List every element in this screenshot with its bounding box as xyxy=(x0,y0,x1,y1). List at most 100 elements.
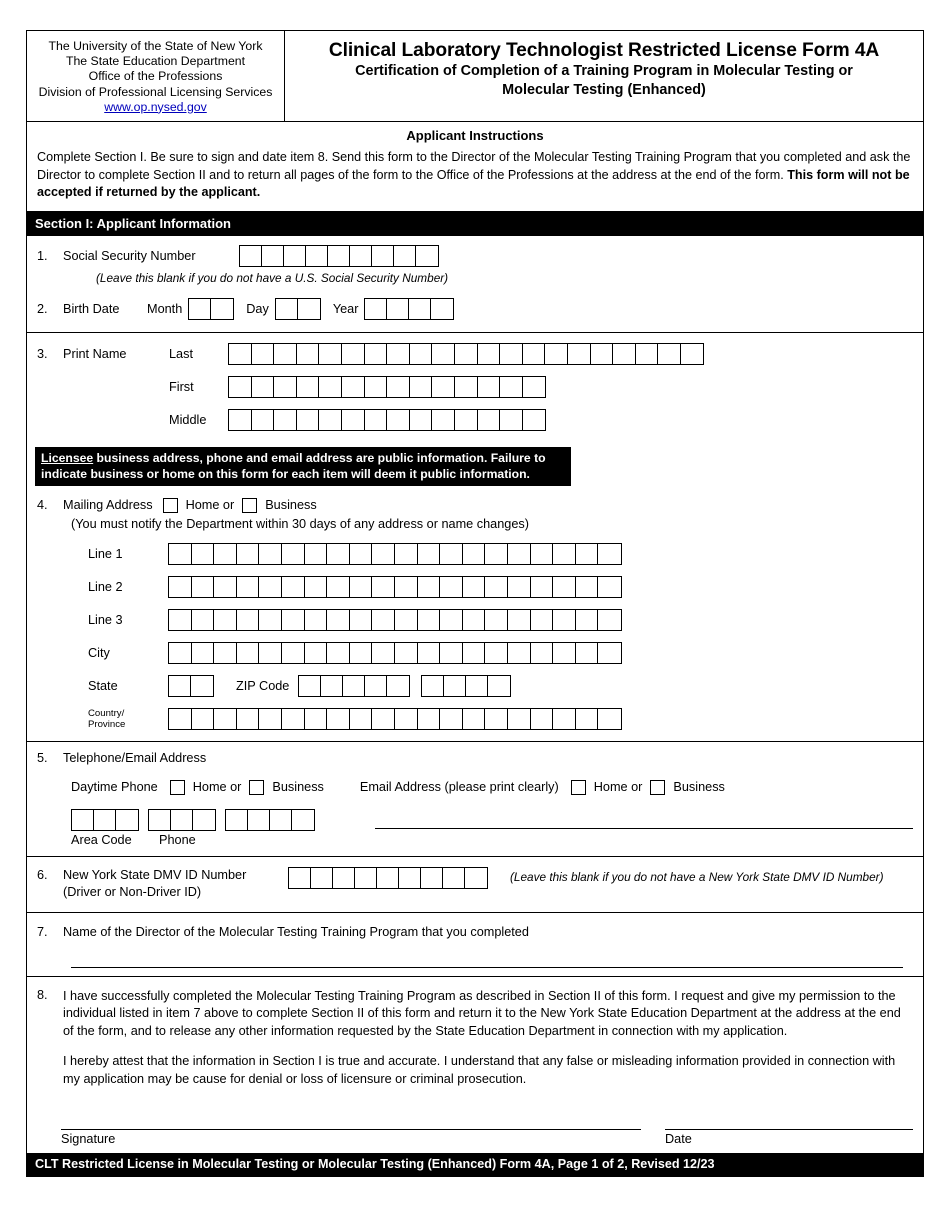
mailing-home-checkbox[interactable] xyxy=(162,497,178,513)
comb-cell[interactable] xyxy=(387,298,410,319)
comb-cell[interactable] xyxy=(311,867,333,888)
comb-cell[interactable] xyxy=(508,708,531,729)
name-first-input[interactable] xyxy=(228,375,547,398)
comb-cell[interactable] xyxy=(508,609,531,630)
phone-area-code-input[interactable] xyxy=(71,808,139,831)
comb-cell[interactable] xyxy=(377,867,399,888)
comb-cell[interactable] xyxy=(305,576,328,597)
comb-cell[interactable] xyxy=(410,343,433,364)
comb-cell[interactable] xyxy=(576,708,599,729)
comb-cell[interactable] xyxy=(598,643,621,663)
phone-prefix-input[interactable] xyxy=(148,808,216,831)
comb-cell[interactable] xyxy=(226,809,248,830)
comb-cell[interactable] xyxy=(262,245,284,266)
comb-cell[interactable] xyxy=(455,409,478,430)
comb-cell[interactable] xyxy=(553,609,576,630)
comb-cell[interactable] xyxy=(282,543,305,564)
comb-cell[interactable] xyxy=(350,543,373,564)
comb-cell[interactable] xyxy=(416,246,438,266)
comb-cell[interactable] xyxy=(418,642,441,663)
comb-cell[interactable] xyxy=(259,576,282,597)
comb-cell[interactable] xyxy=(410,376,433,397)
comb-cell[interactable] xyxy=(440,609,463,630)
birth-month-input[interactable] xyxy=(188,297,235,320)
comb-cell[interactable] xyxy=(192,576,215,597)
comb-cell[interactable] xyxy=(306,245,328,266)
comb-cell[interactable] xyxy=(421,867,443,888)
birth-year-input[interactable] xyxy=(364,297,455,320)
comb-cell[interactable] xyxy=(192,543,215,564)
comb-cell[interactable] xyxy=(276,298,298,319)
comb-cell[interactable] xyxy=(274,376,297,397)
comb-cell[interactable] xyxy=(531,708,554,729)
comb-cell[interactable] xyxy=(328,245,350,266)
comb-cell[interactable] xyxy=(372,642,395,663)
address-zip-plus4-input[interactable] xyxy=(421,674,512,697)
comb-cell[interactable] xyxy=(636,343,659,364)
name-middle-input[interactable] xyxy=(228,408,547,431)
comb-cell[interactable] xyxy=(598,544,621,564)
comb-cell[interactable] xyxy=(297,343,320,364)
comb-cell[interactable] xyxy=(432,343,455,364)
comb-cell[interactable] xyxy=(463,642,486,663)
comb-cell[interactable] xyxy=(422,675,445,696)
comb-cell[interactable] xyxy=(418,609,441,630)
comb-cell[interactable] xyxy=(553,576,576,597)
comb-cell[interactable] xyxy=(399,867,421,888)
comb-cell[interactable] xyxy=(485,609,508,630)
director-name-input[interactable] xyxy=(71,966,903,968)
comb-cell[interactable] xyxy=(321,675,344,696)
ssn-input[interactable] xyxy=(239,244,439,267)
birth-day-input[interactable] xyxy=(274,297,321,320)
comb-cell[interactable] xyxy=(299,675,322,696)
comb-cell[interactable] xyxy=(297,409,320,430)
comb-cell[interactable] xyxy=(192,642,215,663)
comb-cell[interactable] xyxy=(418,543,441,564)
comb-cell[interactable] xyxy=(591,343,614,364)
comb-cell[interactable] xyxy=(252,376,275,397)
comb-cell[interactable] xyxy=(229,343,252,364)
date-input[interactable] xyxy=(665,1129,913,1131)
comb-cell[interactable] xyxy=(463,576,486,597)
comb-cell[interactable] xyxy=(531,642,554,663)
signature-input[interactable] xyxy=(61,1129,641,1131)
comb-cell[interactable] xyxy=(169,576,192,597)
comb-cell[interactable] xyxy=(440,708,463,729)
comb-cell[interactable] xyxy=(292,810,314,830)
comb-cell[interactable] xyxy=(282,609,305,630)
comb-cell[interactable] xyxy=(237,642,260,663)
comb-cell[interactable] xyxy=(463,708,486,729)
comb-cell[interactable] xyxy=(282,576,305,597)
comb-cell[interactable] xyxy=(478,376,501,397)
address-line-3-input[interactable] xyxy=(168,608,622,631)
email-home-checkbox[interactable] xyxy=(570,779,586,795)
comb-cell[interactable] xyxy=(443,867,465,888)
comb-cell[interactable] xyxy=(455,376,478,397)
comb-cell[interactable] xyxy=(270,809,292,830)
comb-cell[interactable] xyxy=(214,576,237,597)
comb-cell[interactable] xyxy=(259,642,282,663)
comb-cell[interactable] xyxy=(319,343,342,364)
comb-cell[interactable] xyxy=(282,708,305,729)
comb-cell[interactable] xyxy=(409,298,432,319)
comb-cell[interactable] xyxy=(252,409,275,430)
address-state-input[interactable] xyxy=(168,674,214,697)
comb-cell[interactable] xyxy=(387,343,410,364)
comb-cell[interactable] xyxy=(455,343,478,364)
comb-cell[interactable] xyxy=(229,376,252,397)
comb-cell[interactable] xyxy=(387,409,410,430)
comb-cell[interactable] xyxy=(478,409,501,430)
comb-cell[interactable] xyxy=(613,343,636,364)
comb-cell[interactable] xyxy=(485,543,508,564)
comb-cell[interactable] xyxy=(319,376,342,397)
phone-line-input[interactable] xyxy=(225,808,315,831)
comb-cell[interactable] xyxy=(191,676,213,696)
comb-cell[interactable] xyxy=(259,543,282,564)
comb-cell[interactable] xyxy=(387,676,409,696)
comb-cell[interactable] xyxy=(681,344,704,364)
comb-cell[interactable] xyxy=(500,343,523,364)
comb-cell[interactable] xyxy=(440,543,463,564)
comb-cell[interactable] xyxy=(485,642,508,663)
comb-cell[interactable] xyxy=(193,810,215,830)
comb-cell[interactable] xyxy=(365,343,388,364)
